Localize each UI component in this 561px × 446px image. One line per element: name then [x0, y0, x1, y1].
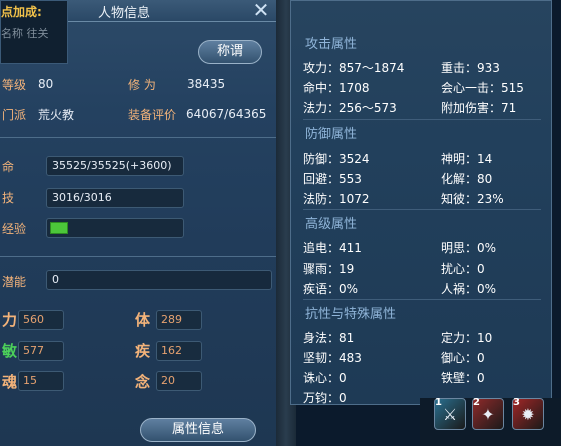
- defense-row-3-left: 法防：1072: [303, 192, 370, 206]
- advanced-section-title: 高级属性: [305, 217, 358, 232]
- potential-label: 潜能: [2, 275, 27, 289]
- mp-field: 3016/3016: [46, 188, 184, 208]
- attack-section-title: 攻击属性: [305, 37, 358, 52]
- resist-row-2-right: 御心：0: [441, 351, 485, 365]
- attack-row-3-right: 附加伤害：71: [441, 101, 517, 115]
- tooltip-line: 名称 往关: [1, 27, 49, 40]
- faction-label: 门派: [2, 108, 27, 122]
- divider: [0, 137, 276, 138]
- soul-label: 魂: [2, 373, 18, 391]
- cultivation-label: 修 为: [128, 78, 156, 92]
- exp-bar-fill: [50, 222, 68, 234]
- resist-section-title: 抗性与特殊属性: [305, 307, 397, 322]
- advanced-row-3-left: 疾语：0%: [303, 282, 359, 296]
- attack-row-2-right: 会心一击：515: [441, 81, 524, 95]
- attack-row-2-left: 命中：1708: [303, 81, 370, 95]
- skill-slot-1[interactable]: 1 ⚔: [434, 397, 466, 430]
- divider: [303, 299, 541, 300]
- title-button[interactable]: 称谓: [198, 40, 262, 64]
- title-bar[interactable]: [60, 0, 278, 22]
- exp-bar: [46, 218, 184, 238]
- defense-section-title: 防御属性: [305, 127, 358, 142]
- hp-label: 命: [2, 160, 15, 174]
- divider: [303, 119, 541, 120]
- divider: [303, 209, 541, 210]
- mind-label: 念: [135, 373, 151, 391]
- resist-row-3-left: 诛心：0: [303, 371, 347, 385]
- blood-skill-icon: ✹: [521, 405, 535, 424]
- defense-row-1-right: 神明：14: [441, 152, 493, 166]
- cultivation-value: 38435: [187, 77, 226, 91]
- level-value: 80: [38, 77, 54, 91]
- hp-field: 35525/35525(+3600): [46, 156, 184, 176]
- attack-row-1-right: 重击：933: [441, 61, 500, 75]
- advanced-row-1-right: 明思：0%: [441, 241, 497, 255]
- skill-slot-2[interactable]: 2 ✦: [472, 397, 504, 430]
- advanced-row-1-left: 追电：411: [303, 241, 362, 255]
- window-title: 人物信息: [98, 6, 151, 21]
- sword-skill-icon: ⚔: [442, 405, 458, 424]
- haste-value: 162: [156, 341, 202, 361]
- attack-row-3-left: 法力：256～573: [303, 101, 397, 115]
- resist-row-3-right: 铁壁：0: [441, 371, 485, 385]
- attribute-detail-panel: 攻击属性 攻力：857～1874 重击：933 命中：1708 会心一击：515…: [290, 0, 552, 405]
- defense-row-1-left: 防御：3524: [303, 152, 370, 166]
- advanced-row-2-left: 骤雨：19: [303, 262, 355, 276]
- advanced-row-2-right: 扰心：0: [441, 262, 485, 276]
- soul-value: 15: [18, 371, 64, 391]
- mp-label: 技: [2, 191, 15, 205]
- defense-row-3-right: 知彼：23%: [441, 192, 504, 206]
- strength-value: 560: [18, 310, 64, 330]
- tooltip-title: 点加成:: [1, 5, 42, 19]
- attack-row-1-left: 攻力：857～1874: [303, 61, 405, 75]
- tooltip-popup: 点加成: 名称 往关: [0, 0, 68, 64]
- character-info-panel: 人物信息 ✕ 点加成: 名称 往关 称谓 等级 80 修 为 38435 门派 …: [0, 0, 278, 446]
- haste-label: 疾: [135, 342, 151, 360]
- resist-row-2-left: 坚韧：483: [303, 351, 362, 365]
- resist-row-1-left: 身法：81: [303, 331, 355, 345]
- constitution-label: 体: [135, 311, 151, 329]
- defense-row-2-right: 化解：80: [441, 172, 493, 186]
- resist-row-4-left: 万钧：0: [303, 391, 347, 405]
- flame-skill-icon: ✦: [481, 405, 495, 424]
- agility-value: 577: [18, 341, 64, 361]
- attribute-info-button[interactable]: 属性信息: [140, 418, 256, 442]
- gear-score-value: 64067/64365: [186, 107, 267, 121]
- faction-value: 荒火教: [38, 108, 75, 122]
- skill-slot-3[interactable]: 3 ✹: [512, 397, 544, 430]
- defense-row-2-left: 回避：553: [303, 172, 362, 186]
- level-label: 等级: [2, 78, 27, 92]
- divider: [0, 256, 276, 257]
- skill-bar: 1 ⚔ 2 ✦ 3 ✹: [420, 397, 561, 446]
- gear-score-label: 装备评价: [128, 108, 177, 122]
- strength-label: 力: [2, 311, 18, 329]
- mind-value: 20: [156, 371, 202, 391]
- close-icon[interactable]: ✕: [250, 0, 272, 22]
- agility-label: 敏: [2, 342, 18, 360]
- resist-row-1-right: 定力：10: [441, 331, 493, 345]
- constitution-value: 289: [156, 310, 202, 330]
- exp-label: 经验: [2, 222, 27, 236]
- potential-field: 0: [46, 270, 272, 290]
- advanced-row-3-right: 人祸：0%: [441, 282, 497, 296]
